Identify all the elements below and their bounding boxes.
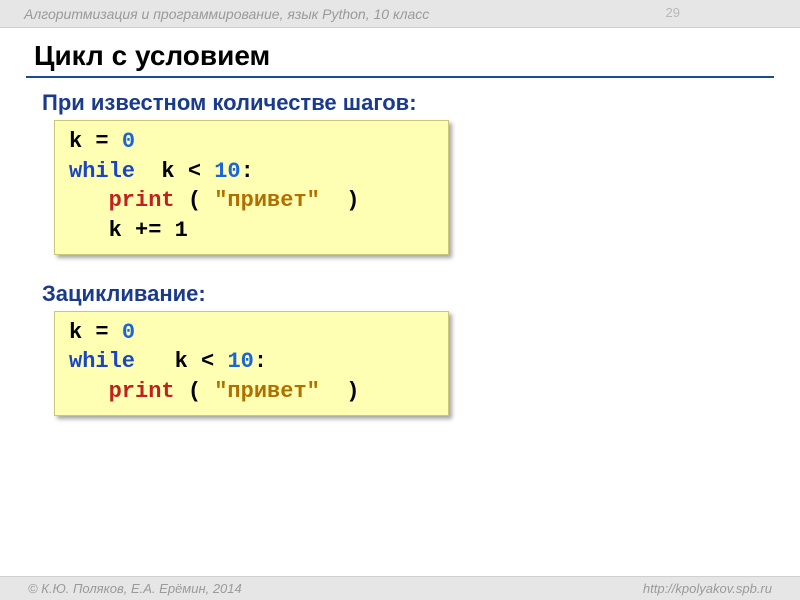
code-number: 0 — [122, 320, 135, 345]
slide-title: Цикл с условием — [26, 36, 774, 78]
code-text: ( — [175, 379, 215, 404]
code-keyword: while — [69, 349, 135, 374]
header-band: Алгоритмизация и программирование, язык … — [0, 0, 800, 28]
code-block-1: k = 0 while k < 10: print ( "привет" ) k… — [54, 120, 449, 255]
header-text: Алгоритмизация и программирование, язык … — [24, 6, 429, 22]
code-string: "привет" — [214, 188, 320, 213]
code-text: : — [254, 349, 267, 374]
footer-copyright: © К.Ю. Поляков, Е.А. Ерёмин, 2014 — [28, 581, 242, 596]
code-text — [69, 188, 109, 213]
code-text — [69, 379, 109, 404]
code-number: 10 — [214, 159, 240, 184]
slide-content: Цикл с условием При известном количестве… — [0, 28, 800, 416]
code-text: k < — [135, 159, 214, 184]
code-text: k < — [135, 349, 227, 374]
code-text: k = — [69, 320, 122, 345]
page-number: 29 — [666, 5, 680, 20]
code-number: 10 — [227, 349, 253, 374]
code-function: print — [109, 188, 175, 213]
code-text: k += 1 — [69, 218, 188, 243]
footer-url: http://kpolyakov.spb.ru — [643, 581, 772, 596]
section-label-2: Зацикливание: — [42, 281, 774, 307]
code-text: ) — [320, 188, 360, 213]
section-label-1: При известном количестве шагов: — [42, 90, 774, 116]
code-text: : — [241, 159, 254, 184]
code-text: ( — [175, 188, 215, 213]
code-text: k = — [69, 129, 122, 154]
code-keyword: while — [69, 159, 135, 184]
code-function: print — [109, 379, 175, 404]
footer-band: © К.Ю. Поляков, Е.А. Ерёмин, 2014 http:/… — [0, 576, 800, 600]
code-text: ) — [320, 379, 360, 404]
code-number: 0 — [122, 129, 135, 154]
code-string: "привет" — [214, 379, 320, 404]
code-block-2: k = 0 while k < 10: print ( "привет" ) — [54, 311, 449, 416]
